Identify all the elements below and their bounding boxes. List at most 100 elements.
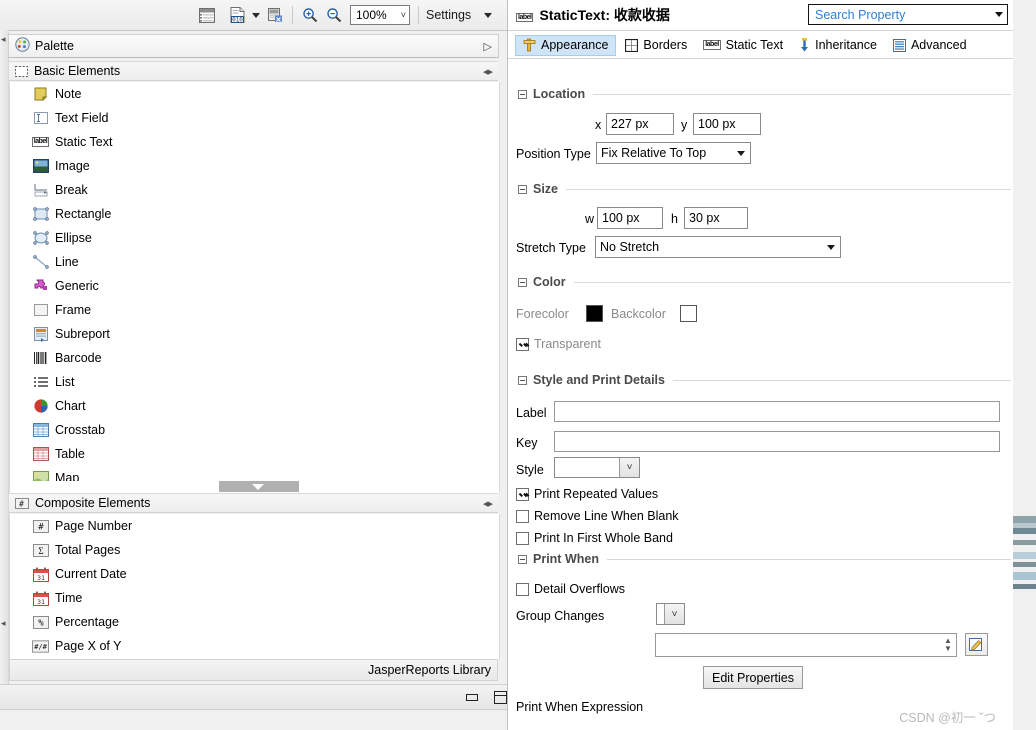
- palette-item-subreport[interactable]: Subreport: [10, 322, 499, 346]
- palette-item-break[interactable]: Break: [10, 178, 499, 202]
- settings-menu[interactable]: Settings: [426, 8, 471, 22]
- palette-item-ellipse[interactable]: Ellipse: [10, 226, 499, 250]
- tab-inheritance[interactable]: Inheritance: [792, 35, 884, 56]
- basic-elements-icon: [15, 65, 28, 77]
- group-changes-combo[interactable]: ˅: [656, 603, 685, 625]
- zoom-in-icon[interactable]: [298, 3, 322, 27]
- maximize-icon[interactable]: [494, 690, 507, 704]
- palette-item-percentage[interactable]: % Percentage: [10, 610, 499, 634]
- transparent-checkbox[interactable]: Transparent: [516, 337, 601, 351]
- chevron-down-icon[interactable]: ˅: [664, 604, 684, 624]
- search-input[interactable]: Search Property: [815, 8, 995, 22]
- edit-properties-button[interactable]: Edit Properties: [703, 666, 803, 689]
- list-icon: [32, 374, 49, 391]
- palette-item-total-pages[interactable]: Σ Total Pages: [10, 538, 499, 562]
- tab-borders[interactable]: Borders: [618, 35, 694, 56]
- palette-item-label: Table: [55, 447, 85, 461]
- key-input[interactable]: [554, 431, 1000, 452]
- expand-arrow-icon[interactable]: ▷: [484, 40, 492, 53]
- palette-section-basic-elements[interactable]: Basic Elements ◂▸: [9, 61, 498, 81]
- text-field-icon: [32, 110, 49, 127]
- preview-icon[interactable]: [263, 3, 287, 27]
- forecolor-swatch[interactable]: [586, 305, 603, 322]
- position-type-combo[interactable]: Fix Relative To Top: [596, 142, 751, 164]
- print-in-first-whole-band-checkbox[interactable]: Print In First Whole Band: [516, 531, 673, 545]
- checkbox-label: Detail Overflows: [534, 582, 625, 596]
- chevron-down-icon[interactable]: ˅: [619, 458, 639, 477]
- section-collapse-icon[interactable]: ◂▸: [483, 65, 493, 78]
- edit-expression-icon[interactable]: [965, 633, 988, 656]
- group-label: Color: [533, 275, 566, 289]
- chevron-down-icon[interactable]: [995, 12, 1003, 17]
- group-changes-label: Group Changes: [516, 609, 605, 623]
- zoom-level-combo[interactable]: 100% ˅: [350, 5, 410, 25]
- palette-item-barcode[interactable]: Barcode: [10, 346, 499, 370]
- palette-title-label: Palette: [35, 39, 74, 53]
- palette-item-page-x-of-y[interactable]: #/# Page X of Y: [10, 634, 499, 658]
- tab-advanced[interactable]: Advanced: [886, 35, 974, 56]
- checkbox-box: [516, 582, 529, 596]
- collapse-box-icon[interactable]: [518, 277, 527, 287]
- collapse-box-icon[interactable]: [518, 184, 527, 194]
- collapse-box-icon[interactable]: [518, 554, 527, 564]
- collapse-box-icon[interactable]: [518, 89, 527, 99]
- group-print-when[interactable]: Print When: [518, 552, 1011, 566]
- group-size[interactable]: Size: [518, 182, 1011, 196]
- scrollbar-thumb[interactable]: [219, 481, 299, 492]
- report-list-icon[interactable]: [195, 3, 219, 27]
- print-repeated-values-checkbox[interactable]: Print Repeated Values: [516, 487, 658, 501]
- group-location[interactable]: Location: [518, 87, 1011, 101]
- minimize-icon[interactable]: [466, 693, 478, 701]
- data-source-icon[interactable]: 010: [225, 3, 249, 27]
- checkbox-label: Print In First Whole Band: [534, 531, 673, 545]
- print-when-expression-input[interactable]: ▲ ▼: [655, 633, 957, 657]
- palette-item-chart[interactable]: Chart: [10, 394, 499, 418]
- tab-appearance[interactable]: Appearance: [515, 34, 617, 56]
- palette-item-current-date[interactable]: 31 Current Date: [10, 562, 499, 586]
- settings-caret-icon[interactable]: [481, 3, 495, 27]
- tab-static-text[interactable]: label Static Text: [696, 35, 790, 56]
- group-color[interactable]: Color: [518, 275, 1011, 289]
- palette-item-page-number[interactable]: # Page Number: [10, 514, 499, 538]
- section-collapse-icon[interactable]: ◂▸: [483, 497, 493, 510]
- label-input[interactable]: [554, 401, 1000, 422]
- zoom-out-icon[interactable]: [322, 3, 346, 27]
- w-input[interactable]: 100 px: [597, 207, 663, 229]
- remove-line-when-blank-checkbox[interactable]: Remove Line When Blank: [516, 509, 679, 523]
- search-property-combo[interactable]: Search Property: [808, 4, 1008, 25]
- break-icon: [32, 182, 49, 199]
- y-input[interactable]: 100 px: [693, 113, 761, 135]
- detail-overflows-checkbox[interactable]: Detail Overflows: [516, 582, 625, 596]
- stretch-type-combo[interactable]: No Stretch: [595, 236, 841, 258]
- collapse-arrow-icon[interactable]: ◂: [1, 34, 6, 45]
- palette-item-line[interactable]: Line: [10, 250, 499, 274]
- palette-item-frame[interactable]: Frame: [10, 298, 499, 322]
- palette-item-image[interactable]: Image: [10, 154, 499, 178]
- palette-item-table[interactable]: Table: [10, 442, 499, 466]
- palette-item-crosstab[interactable]: Crosstab: [10, 418, 499, 442]
- h-input[interactable]: 30 px: [684, 207, 748, 229]
- jaspersoft-studio-window: 010 100% ˅ Settings ◂ ◂ Palette ▷ Basic …: [0, 0, 1013, 730]
- palette-section-composite-elements[interactable]: # Composite Elements ◂▸: [9, 493, 498, 513]
- x-input[interactable]: 227 px: [606, 113, 674, 135]
- collapse-box-icon[interactable]: [518, 375, 527, 385]
- palette-item-rectangle[interactable]: Rectangle: [10, 202, 499, 226]
- expand-arrow-bottom-icon[interactable]: ◂: [1, 618, 6, 629]
- palette-item-generic[interactable]: Generic: [10, 274, 499, 298]
- dropdown-caret-icon[interactable]: [249, 3, 263, 27]
- label-field-label: Label: [516, 406, 547, 420]
- svg-text:31: 31: [37, 574, 45, 582]
- group-label: Location: [533, 87, 586, 101]
- palette-item-text-field[interactable]: Text Field: [10, 106, 499, 130]
- palette-item-time[interactable]: 31 Time: [10, 586, 499, 610]
- left-pane: 010 100% ˅ Settings ◂ ◂ Palette ▷ Basic …: [0, 0, 523, 730]
- group-style-print-details[interactable]: Style and Print Details: [518, 373, 1011, 387]
- section-label: Composite Elements: [35, 496, 151, 510]
- palette-item-static-text[interactable]: label Static Text: [10, 130, 499, 154]
- palette-item-list[interactable]: List: [10, 370, 499, 394]
- palette-horizontal-scrollbar[interactable]: [9, 481, 500, 493]
- spinner-arrows[interactable]: ▲ ▼: [940, 634, 956, 656]
- backcolor-swatch[interactable]: [680, 305, 697, 322]
- palette-item-note[interactable]: Note: [10, 82, 499, 106]
- style-combo[interactable]: ˅: [554, 457, 640, 478]
